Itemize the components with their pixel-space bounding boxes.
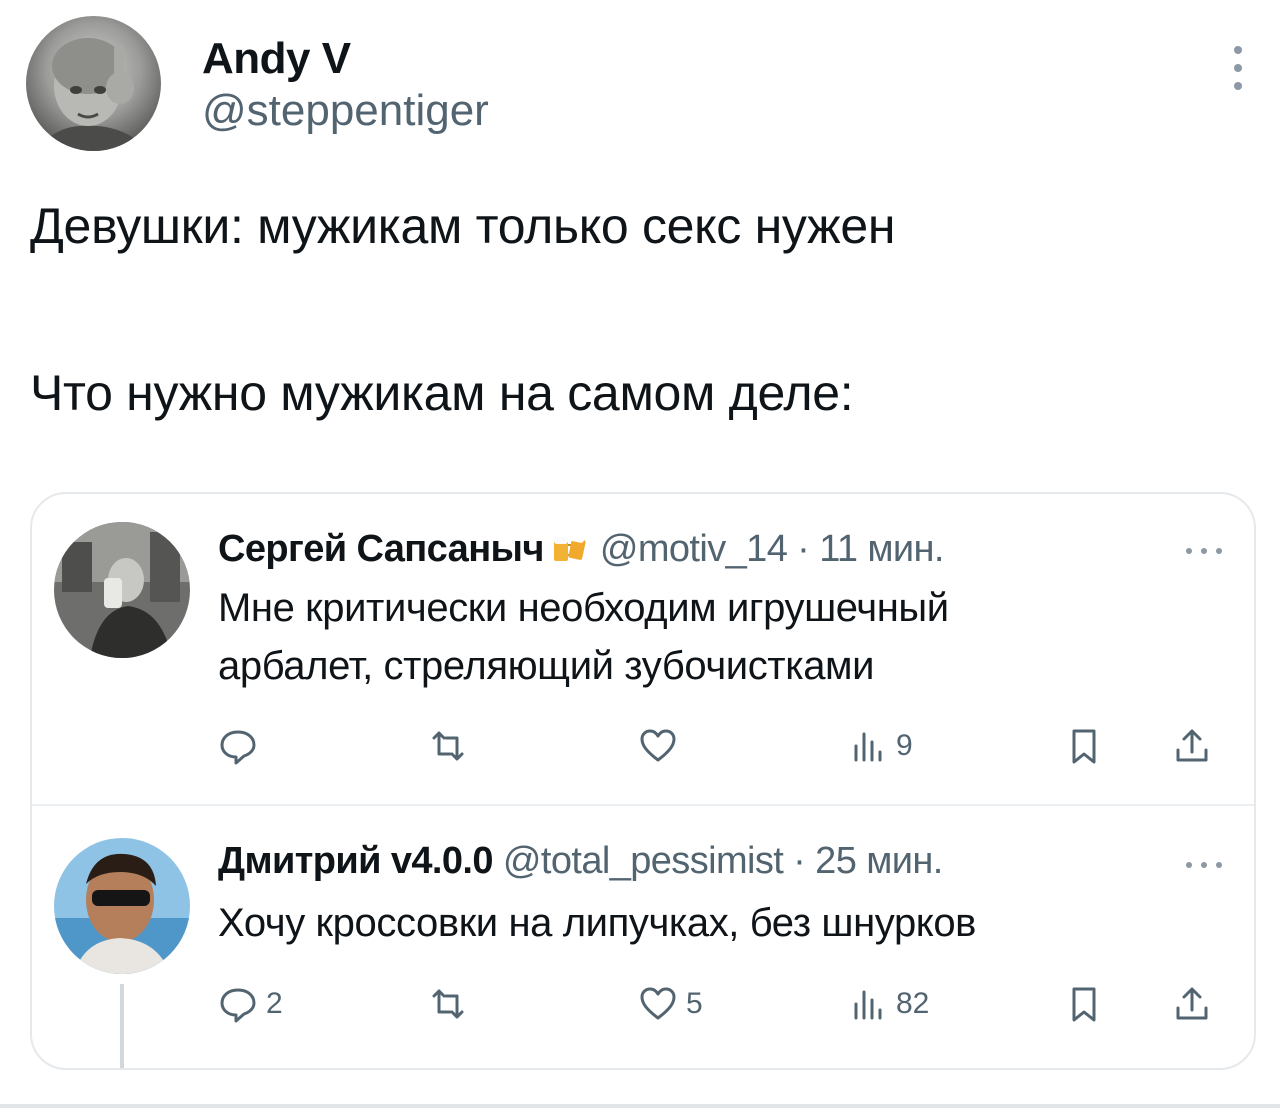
quoted-replies-card[interactable]: Сергей Сапсаныч @motiv_14 · 11 мин. Мне … — [30, 492, 1256, 1070]
bookmark-button[interactable] — [1064, 978, 1104, 1030]
views-count: 9 — [896, 729, 913, 762]
retweet-button[interactable] — [428, 720, 468, 772]
reply-meta[interactable]: @total_pessimist · 25 мин. — [503, 840, 943, 882]
share-icon — [1176, 987, 1208, 1020]
author-avatar[interactable] — [26, 16, 161, 151]
reply-text-line: Мне критически необходим игрушечный — [218, 586, 949, 630]
bookmark-icon — [1072, 729, 1096, 764]
reply-header: Дмитрий v4.0.0 @total_pessimist · 25 мин. — [218, 840, 943, 883]
reply-author-name[interactable]: Дмитрий v4.0.0 — [218, 840, 494, 882]
reply-author-name[interactable]: Сергей Сапсаныч — [218, 528, 544, 570]
retweet-button[interactable] — [428, 978, 468, 1030]
analytics-icon — [854, 990, 882, 1020]
reply-text: Хочу кроссовки на липучках, без шнурков — [218, 894, 976, 952]
reply-divider — [32, 804, 1254, 806]
reply-text-line: арбалет, стреляющий зубочистками — [218, 644, 875, 688]
thread-line — [120, 984, 124, 1068]
views-button[interactable]: 82 — [848, 978, 929, 1030]
reply-text: Мне критически необходим игрушечный арба… — [218, 579, 949, 695]
reply-button[interactable] — [218, 720, 266, 772]
more-options-icon[interactable] — [1232, 44, 1244, 92]
bottom-divider — [0, 1104, 1280, 1108]
retweet-icon — [432, 989, 464, 1019]
tweet-text-line-1: Девушки: мужикам только секс нужен — [30, 198, 896, 254]
reply-text-line: Хочу кроссовки на липучках, без шнурков — [218, 901, 977, 945]
beer-mugs-icon — [550, 531, 590, 567]
retweet-icon — [432, 731, 464, 761]
views-count: 82 — [896, 987, 930, 1020]
heart-icon — [640, 729, 676, 762]
comment-icon — [220, 730, 256, 765]
like-button[interactable]: 5 — [638, 978, 703, 1030]
reply-button[interactable]: 2 — [218, 978, 283, 1030]
tweet-header: Andy V @steppentiger — [26, 16, 1254, 151]
author-handle[interactable]: @steppentiger — [202, 86, 489, 136]
reply-avatar[interactable] — [54, 838, 190, 974]
author-name[interactable]: Andy V — [202, 34, 351, 84]
share-button[interactable] — [1172, 720, 1212, 772]
like-count: 5 — [686, 987, 703, 1020]
reply-item[interactable]: Сергей Сапсаныч @motiv_14 · 11 мин. Мне … — [32, 494, 1254, 806]
reply-actions: 9 — [218, 720, 1224, 772]
reply-meta[interactable]: @motiv_14 · 11 мин. — [600, 528, 945, 570]
tweet-text-line-2: Что нужно мужикам на самом деле: — [30, 365, 854, 421]
more-options-icon[interactable] — [1184, 856, 1224, 868]
analytics-icon — [854, 732, 882, 762]
share-icon — [1176, 729, 1208, 762]
more-options-icon[interactable] — [1184, 542, 1224, 554]
bookmark-icon — [1072, 987, 1096, 1022]
views-button[interactable]: 9 — [848, 720, 913, 772]
share-button[interactable] — [1172, 978, 1212, 1030]
reply-item[interactable]: Дмитрий v4.0.0 @total_pessimist · 25 мин.… — [32, 808, 1254, 1068]
comment-icon — [220, 988, 256, 1023]
like-button[interactable] — [638, 720, 686, 772]
reply-avatar[interactable] — [54, 522, 190, 658]
reply-actions: 2 5 82 — [218, 978, 1224, 1030]
reply-count: 2 — [266, 987, 283, 1020]
bookmark-button[interactable] — [1064, 720, 1104, 772]
heart-icon — [640, 987, 676, 1020]
reply-header: Сергей Сапсаныч @motiv_14 · 11 мин. — [218, 528, 945, 571]
